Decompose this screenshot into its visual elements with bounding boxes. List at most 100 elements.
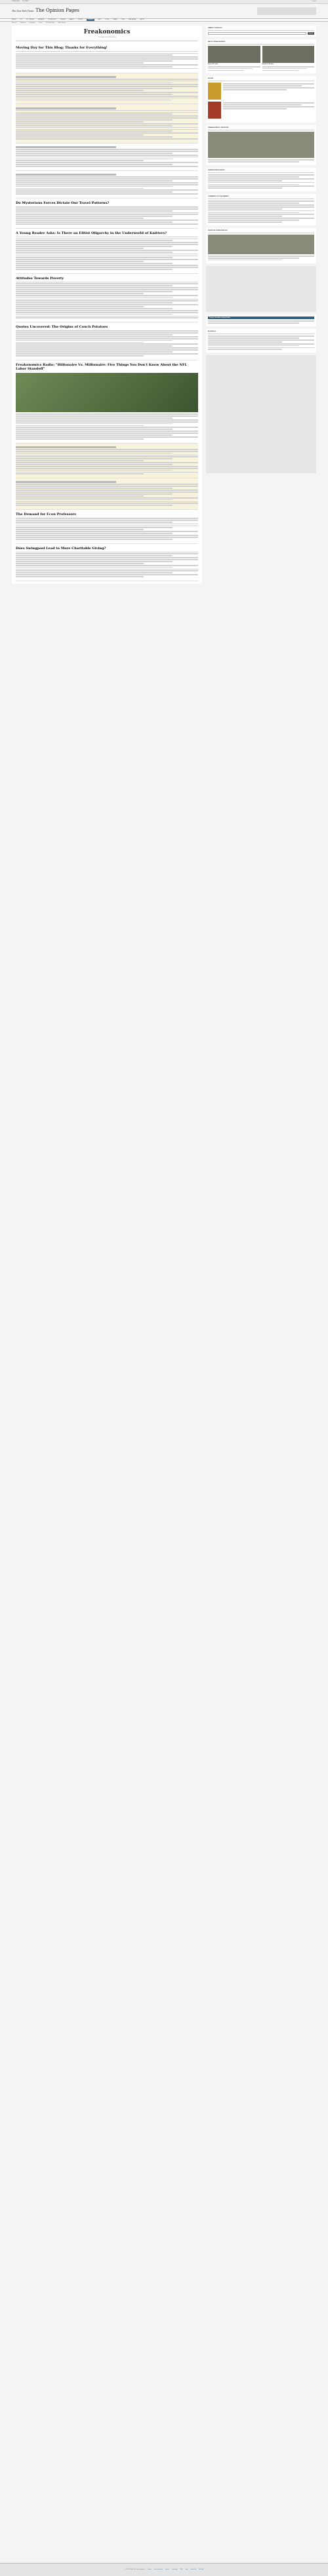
nav-item[interactable]: Technology	[48, 19, 56, 20]
book-item[interactable]	[208, 102, 314, 119]
nav-item[interactable]: Arts	[98, 19, 102, 20]
post-title[interactable]: Freakonomics Radio: "Billionaire Vs. Mil…	[16, 363, 198, 372]
page: HOME PAGE MY TIMES Log In The New York T…	[0, 0, 328, 2576]
post-title[interactable]: Moving Day for This Blog; Thanks for Eve…	[16, 46, 198, 50]
footer-link[interactable]: Contact Us	[190, 2569, 196, 2570]
author-photo	[208, 45, 260, 63]
blog-post: Moving Day for This Blog; Thanks for Eve…	[16, 43, 198, 73]
post-title[interactable]: Quotes Uncovered: The Origins of Couch P…	[16, 325, 198, 330]
blog-post: The Demand for Econ Professors	[16, 510, 198, 544]
movie-image[interactable]	[208, 132, 314, 159]
nav-item[interactable]: Business	[38, 19, 44, 20]
author-name: Steven D. Levitt	[208, 63, 218, 65]
nav-item[interactable]: Jobs	[121, 19, 125, 20]
footer-link[interactable]: Search	[165, 2569, 169, 2570]
post-title[interactable]: Does Swingpool Lead to More Charitable G…	[16, 547, 198, 551]
nav-item[interactable]: Sports	[78, 19, 83, 20]
blog-post	[16, 443, 198, 479]
footer: © 2011 The New York Times Company Privac…	[0, 2563, 328, 2576]
blog-post: Do Mysterious Forces Dictate Our Travel …	[16, 199, 198, 229]
blog-title[interactable]: Freakonomics	[16, 28, 198, 36]
book-cover	[208, 83, 221, 100]
footer-link[interactable]: Privacy	[148, 2569, 152, 2570]
nav-item[interactable]: Health	[70, 19, 74, 20]
post-title[interactable]: Attitudes Towards Poverty	[16, 277, 198, 281]
footer-link[interactable]: Terms of Service	[154, 2569, 163, 2570]
blog-post: Attitudes Towards Poverty	[16, 274, 198, 323]
home-page-link[interactable]: HOME PAGE	[12, 1, 20, 3]
movie-box: Freakonomics: The Movie	[206, 125, 316, 166]
headlines-heading: Today's Headlines Daily E-Mail	[208, 316, 314, 320]
blogroll-heading: Blogroll	[208, 331, 314, 335]
search-button[interactable]: Search	[308, 31, 314, 35]
books-heading: Books	[208, 78, 314, 82]
subnav-item[interactable]: Letters	[39, 22, 43, 24]
about-box: About Freakonomics Steven D. Levitt Step…	[206, 39, 316, 74]
radio-heading: Freakonomics Radio	[208, 170, 314, 174]
blog-post	[16, 104, 198, 144]
blog-post	[16, 144, 198, 171]
opinion-blogs-box: From The Opinion Blogs	[206, 227, 316, 263]
subnav-item[interactable]: Columnists	[20, 22, 26, 24]
my-times-link[interactable]: MY TIMES	[22, 1, 29, 3]
nav-item[interactable]: N.Y. / Region	[26, 19, 34, 20]
nav-item[interactable]: World	[12, 19, 16, 20]
copyright: © 2011 The New York Times Company	[124, 2569, 145, 2571]
nav-item[interactable]: Autos	[140, 19, 144, 20]
nav-item[interactable]: Real Estate	[129, 19, 136, 20]
book-cover	[208, 102, 221, 119]
subnav-item[interactable]: Contributors	[29, 22, 35, 24]
post-title[interactable]: The Demand for Econ Professors	[16, 512, 198, 517]
sidebar: Search This Blog Search About Freakonomi…	[206, 26, 316, 584]
about-heading: About Freakonomics	[208, 41, 314, 45]
footer-link[interactable]: Corrections	[172, 2569, 178, 2570]
blog-post: Freakonomics Radio: "Billionaire Vs. Mil…	[16, 360, 198, 444]
sidebar-ad[interactable]	[206, 265, 316, 312]
blog-post: A Young Reader Asks: Is There an Elitist…	[16, 229, 198, 274]
author-photo	[262, 45, 314, 63]
nav-item[interactable]: Science	[60, 19, 66, 20]
blog-tagline: The Hidden Side of Everything	[98, 37, 116, 39]
masthead: The New York Times The Opinion Pages	[0, 4, 328, 18]
post-title[interactable]: A Young Reader Asks: Is There an Elitist…	[16, 231, 198, 236]
search-box: Search This Blog Search	[206, 26, 316, 37]
post-title[interactable]: Do Mysterious Forces Dictate Our Travel …	[16, 201, 198, 206]
post-list: Moving Day for This Blog; Thanks for Eve…	[16, 43, 198, 582]
subnav-item[interactable]: The Public Editor	[46, 22, 55, 24]
blog-post: Quotes Uncovered: The Origins of Couch P…	[16, 322, 198, 360]
nav-item[interactable]: Style	[105, 19, 109, 20]
headlines-box: Today's Headlines Daily E-Mail	[206, 314, 316, 327]
sidebar-ad-tall[interactable]	[206, 355, 316, 474]
search-input[interactable]	[208, 31, 306, 35]
nav-item[interactable]: Travel	[113, 19, 117, 20]
footer-link[interactable]: Help	[186, 2569, 188, 2570]
subnav-item[interactable]: Editorials	[12, 22, 16, 24]
blog-post: Does Swingpool Lead to More Charitable G…	[16, 544, 198, 582]
masthead-ad[interactable]	[257, 7, 316, 15]
opinion-blogs-image[interactable]	[208, 234, 314, 254]
nav-item[interactable]: Opinion	[87, 19, 94, 21]
author-levitt[interactable]: Steven D. Levitt	[208, 45, 260, 71]
footer-link[interactable]: Site Map	[199, 2569, 203, 2570]
footer-link[interactable]: RSS	[180, 2569, 183, 2570]
search-heading: Search This Blog	[208, 28, 314, 31]
blog-post	[16, 478, 198, 510]
section-title[interactable]: The Opinion Pages	[35, 8, 79, 14]
main-column: Freakonomics The Hidden Side of Everythi…	[12, 26, 202, 585]
movie-heading: Freakonomics: The Movie	[208, 127, 314, 131]
nav-item[interactable]: U.S.	[20, 19, 23, 20]
comments-heading: Comments of the Moment	[208, 196, 314, 200]
login-link[interactable]: Log In	[312, 1, 316, 3]
comments-box: Comments of the Moment	[206, 194, 316, 225]
subnav-item[interactable]: Global Opinion	[58, 22, 66, 24]
opinion-blogs-heading: From The Opinion Blogs	[208, 230, 314, 233]
book-item[interactable]	[208, 83, 314, 100]
author-dubner[interactable]: Stephen J. Dubner	[262, 45, 314, 71]
nyt-logo[interactable]: The New York Times	[12, 10, 33, 12]
radio-box: Freakonomics Radio	[206, 168, 316, 192]
post-image[interactable]	[16, 373, 198, 413]
blog-post	[16, 171, 198, 199]
blog-header: Freakonomics The Hidden Side of Everythi…	[16, 28, 198, 41]
author-name: Stephen J. Dubner	[262, 63, 274, 65]
blog-post	[16, 73, 198, 105]
